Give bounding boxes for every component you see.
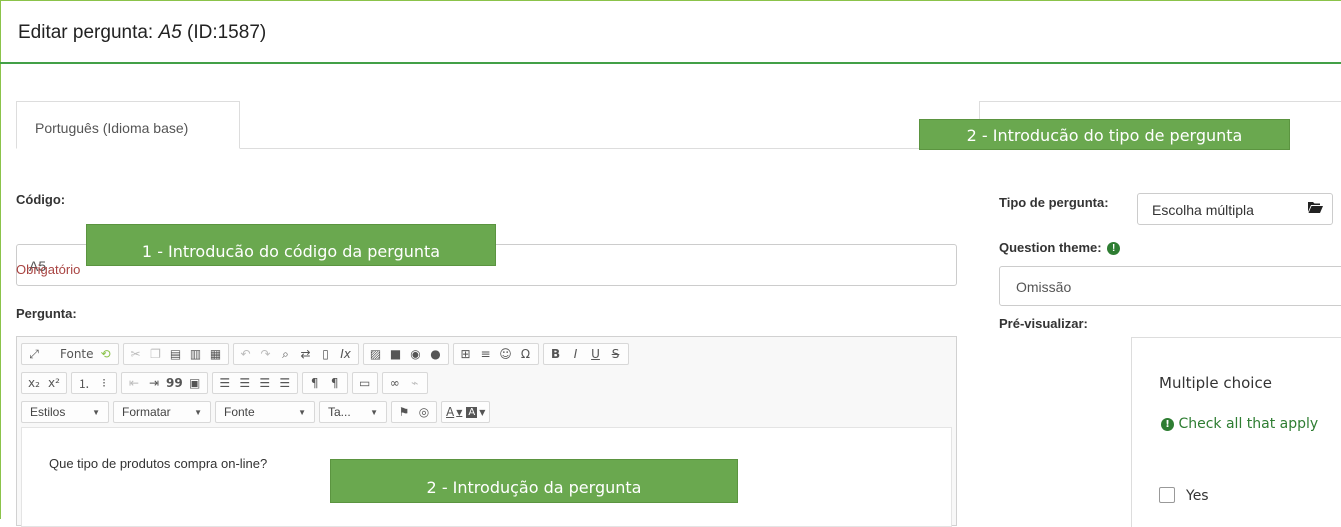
size-select[interactable]: Ta... ▼: [319, 401, 387, 423]
blockquote-button[interactable]: 99: [164, 373, 185, 393]
question-text: Que tipo de produtos compra on-line?: [49, 456, 268, 471]
align-justify-icon[interactable]: ☰: [275, 373, 295, 393]
toolbar-group-clipboard: ✂ ❐ ▤ ▥ ▦: [122, 343, 229, 365]
horizontal-rule-icon[interactable]: ≡: [476, 344, 496, 364]
underline-button[interactable]: U: [586, 344, 606, 364]
subscript-button[interactable]: x₂: [24, 373, 44, 393]
text-color-button[interactable]: A ▼: [444, 402, 464, 422]
special-char-button[interactable]: Ω: [516, 344, 536, 364]
link-icon[interactable]: ∞: [385, 373, 405, 393]
toolbar-group-script: x₂ x²: [21, 372, 67, 394]
question-code-title: A5: [158, 22, 182, 43]
toolbar-group-align: ☰ ☰ ☰ ☰: [211, 372, 298, 394]
callout-code: 1 - Introducão do código da pergunta: [86, 224, 496, 266]
redo-icon[interactable]: ↷: [256, 344, 276, 364]
font-select[interactable]: Fonte ▼: [215, 401, 315, 423]
toolbar-group-colors: A ▼ A ▼: [441, 401, 491, 423]
callout-question-type: 2 - Introducão do tipo de pergunta: [919, 119, 1290, 150]
find-icon[interactable]: ⌕: [276, 344, 296, 364]
div-container-icon[interactable]: ▣: [185, 373, 205, 393]
italic-button[interactable]: I: [566, 344, 586, 364]
numbered-list-icon[interactable]: ⒈: [74, 373, 94, 393]
chevron-down-icon: ▼: [92, 407, 100, 417]
paste-text-icon[interactable]: ▥: [186, 344, 206, 364]
preview-hint: ! Check all that apply: [1159, 416, 1318, 432]
bg-color-button[interactable]: A ▼: [464, 402, 487, 422]
superscript-button[interactable]: x²: [44, 373, 64, 393]
question-type-label: Tipo de pergunta:: [999, 195, 1109, 210]
callout-question: 2 - Introdução da pergunta: [330, 459, 738, 503]
toolbar-group-page: ▭: [351, 372, 378, 394]
hint-info-icon: !: [1161, 417, 1174, 431]
strike-button[interactable]: S: [606, 344, 626, 364]
chevron-down-icon: ▼: [370, 407, 378, 417]
preview-question-text: Multiple choice: [1159, 374, 1272, 392]
undo-icon[interactable]: ↶: [236, 344, 256, 364]
format-select[interactable]: Formatar ▼: [113, 401, 211, 423]
template-icon[interactable]: ▭: [355, 373, 375, 393]
paste-word-icon[interactable]: ▦: [206, 344, 226, 364]
replace-icon[interactable]: ⇄: [296, 344, 316, 364]
align-right-icon[interactable]: ☰: [255, 373, 275, 393]
required-message: Obrigatório: [16, 262, 81, 277]
page-title: Editar pergunta: A5 (ID:1587): [18, 22, 267, 43]
toolbar-row-2: x₂ x² ⒈ ⁝ ⇤ ⇥ 99 ▣ ☰ ☰ ☰ ☰ ¶ ¶ ▭ ∞ ⌁: [17, 370, 428, 396]
toolbar-group-extras: ⚑ ◎: [391, 401, 437, 423]
maximize-icon[interactable]: ⤢: [24, 344, 44, 364]
indent-icon[interactable]: ⇥: [144, 373, 164, 393]
ltr-icon[interactable]: ¶: [305, 373, 325, 393]
toolbar-group-lists: ⒈ ⁝: [71, 372, 117, 394]
select-all-icon[interactable]: ▯: [316, 344, 336, 364]
question-label: Pergunta:: [16, 306, 77, 321]
cut-icon[interactable]: ✂: [126, 344, 146, 364]
image-icon[interactable]: ▨: [366, 344, 386, 364]
smiley-icon[interactable]: ☺: [496, 344, 516, 364]
question-theme-label: Question theme: !: [999, 240, 1121, 256]
paste-icon[interactable]: ▤: [166, 344, 186, 364]
preview-checkbox-yes[interactable]: [1159, 487, 1175, 503]
copy-icon[interactable]: ❐: [146, 344, 166, 364]
video-icon[interactable]: ◉: [406, 344, 426, 364]
bold-button[interactable]: B: [546, 344, 566, 364]
page-header: Editar pergunta: A5 (ID:1587): [0, 0, 1341, 64]
table-icon[interactable]: ⊞: [456, 344, 476, 364]
bulleted-list-icon[interactable]: ⁝: [94, 373, 114, 393]
preview-label: Pré-visualizar:: [999, 316, 1088, 331]
toolbar-group-direction: ¶ ¶: [301, 372, 348, 394]
align-left-icon[interactable]: ☰: [215, 373, 235, 393]
anchor-flag-icon[interactable]: ⚑: [394, 402, 414, 422]
audio-icon[interactable]: ●: [426, 344, 446, 364]
toolbar-group-insert: ⊞ ≡ ☺ Ω: [452, 343, 539, 365]
toolbar-group-view: ⤢ Fonte ⟲: [21, 343, 119, 365]
source-button[interactable]: Fonte: [58, 344, 96, 364]
preview-option-yes: Yes: [1186, 488, 1209, 504]
question-theme-select[interactable]: Omissão: [999, 266, 1341, 306]
code-label: Código:: [16, 192, 66, 207]
language-icon[interactable]: ◎: [414, 402, 434, 422]
flash-icon[interactable]: ■: [386, 344, 406, 364]
styles-select[interactable]: Estilos ▼: [21, 401, 109, 423]
question-type-button[interactable]: Escolha múltipla: [1137, 193, 1333, 225]
rtl-icon[interactable]: ¶: [325, 373, 345, 393]
source-code-icon[interactable]: ⟲: [96, 344, 116, 364]
unlink-icon[interactable]: ⌁: [405, 373, 425, 393]
remove-format-icon[interactable]: Ix: [336, 344, 356, 364]
toolbar-group-media: ▨ ■ ◉ ●: [362, 343, 449, 365]
toolbar-group-basic: B I U S: [542, 343, 629, 365]
toolbar-group-history: ↶ ↷ ⌕ ⇄ ▯ Ix: [232, 343, 359, 365]
folder-open-icon: [1308, 202, 1323, 213]
chevron-down-icon: ▼: [194, 407, 202, 417]
tab-base-language[interactable]: Português (Idioma base): [16, 101, 240, 149]
info-icon[interactable]: !: [1107, 242, 1121, 256]
toolbar-row-1: ⤢ Fonte ⟲ ✂ ❐ ▤ ▥ ▦ ↶ ↷ ⌕ ⇄ ▯ Ix ▨ ■ ◉ ●…: [17, 341, 629, 367]
toolbar-row-3: Estilos ▼ Formatar ▼ Fonte ▼ Ta... ▼ ⚑ ◎ A ▼ …: [17, 399, 491, 425]
outdent-icon[interactable]: ⇤: [124, 373, 144, 393]
toolbar-group-indent: ⇤ ⇥ 99 ▣: [121, 372, 208, 394]
align-center-icon[interactable]: ☰: [235, 373, 255, 393]
chevron-down-icon: ▼: [298, 407, 306, 417]
toolbar-group-links: ∞ ⌁: [381, 372, 428, 394]
